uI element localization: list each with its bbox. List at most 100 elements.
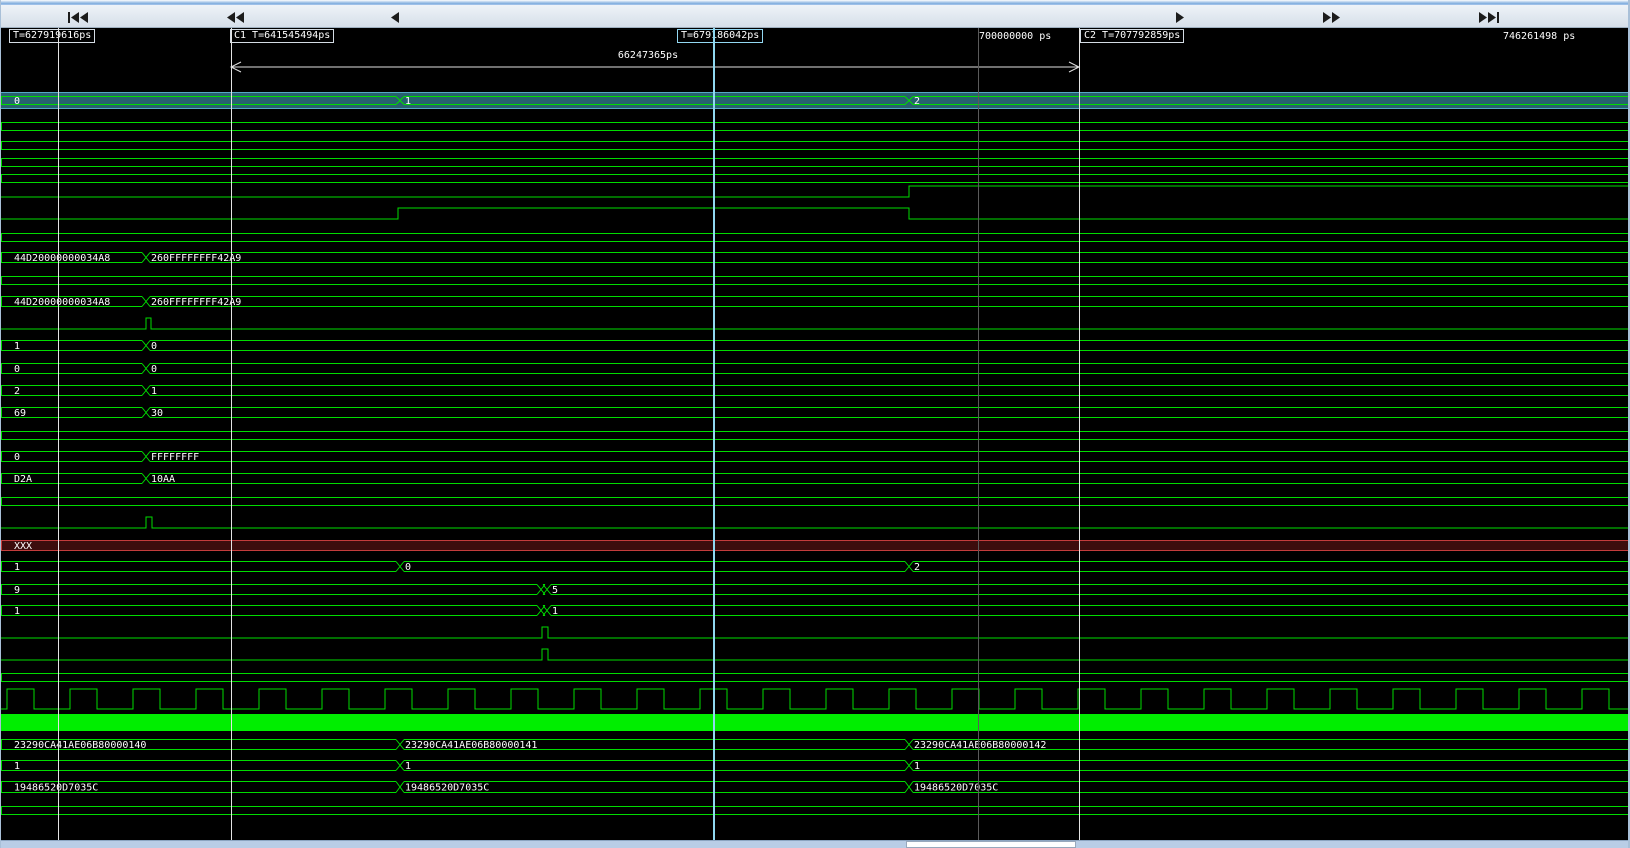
signal-value-label: 0 [14, 452, 20, 463]
signal-value-label: 23290CA41AE06B80000141 [405, 740, 537, 751]
step-back-button[interactable] [383, 9, 407, 25]
signal-value-label: 0 [14, 96, 20, 107]
wave-row[interactable] [1, 136, 1628, 147]
wave-row[interactable]: 44D20000000034A8 260FFFFFFFF42A9 [1, 293, 1628, 306]
signal-value-label: 0 [151, 364, 157, 375]
fast-forward-button[interactable] [1319, 9, 1343, 25]
fast-rewind-button[interactable] [223, 9, 247, 25]
signal-value-label: 44D20000000034A8 [14, 297, 110, 308]
wave-row[interactable] [1, 183, 1628, 196]
wave-row[interactable]: 00 [1, 360, 1628, 373]
wave-row[interactable] [1, 271, 1628, 282]
wave-row[interactable]: 1 1 1 [1, 757, 1628, 770]
wave-row-selected[interactable]: 0 1 2 [1, 92, 1628, 109]
step-back-icon [391, 12, 400, 23]
ruler-tick-label: 746261498 ps [1503, 31, 1575, 43]
signal-value-label: 1 [14, 341, 20, 352]
signal-value-label: 19486520D7035C [914, 783, 998, 794]
signal-value-label: 1 [14, 562, 20, 573]
go-to-end-button[interactable] [1477, 9, 1501, 25]
wave-row[interactable]: 95 [1, 581, 1628, 594]
wave-row[interactable]: 21 [1, 382, 1628, 395]
wave-row[interactable] [1, 169, 1628, 180]
signal-value-label: 1 [14, 606, 20, 617]
signal-value-label: 260FFFFFFFF42A9 [151, 253, 241, 264]
signal-value-label: 9 [14, 585, 20, 596]
wave-row-clock[interactable] [1, 688, 1628, 710]
signal-value-label: 2 [914, 96, 920, 107]
wave-row[interactable] [1, 228, 1628, 239]
signal-value-label: 30 [151, 408, 163, 419]
wave-row[interactable] [1, 514, 1628, 527]
wave-row[interactable] [1, 492, 1628, 503]
signal-value-label: 0 [151, 341, 157, 352]
cursor-line-primary[interactable] [713, 28, 715, 840]
signal-value-label: 69 [14, 408, 26, 419]
window-frame-bottom [1, 840, 1628, 848]
signal-value-label: 10AA [151, 474, 175, 485]
signal-value-label: 1 [151, 386, 157, 397]
wave-area[interactable]: 66247365ps 0 1 2 44D20000000034A8 260FFFFFFF… [1, 45, 1628, 840]
wave-row[interactable] [1, 646, 1628, 659]
step-forward-icon [1175, 12, 1184, 23]
skip-to-start-icon [68, 12, 88, 23]
wave-row[interactable]: 44D20000000034A8 260FFFFFFFF42A9 [1, 249, 1628, 262]
wave-row-undefined[interactable]: XXX [1, 537, 1628, 550]
span-measurement-label: 66247365ps [618, 50, 678, 61]
signal-value-label: 19486520D7035C [405, 783, 489, 794]
signal-value-label: 2 [914, 562, 920, 573]
wave-row-fast-clock[interactable] [1, 714, 1628, 731]
signal-value-label: 1 [405, 761, 411, 772]
wave-row[interactable]: 10 [1, 337, 1628, 350]
toolbar [1, 5, 1628, 28]
signal-value-label: 1 [14, 761, 20, 772]
fast-forward-icon [1323, 12, 1340, 23]
signal-value-label: 1 [914, 761, 920, 772]
signal-value-label: 23290CA41AE06B80000140 [14, 740, 146, 751]
step-forward-button[interactable] [1167, 9, 1191, 25]
signal-value-label: 260FFFFFFFF42A9 [151, 297, 241, 308]
wave-row[interactable] [1, 205, 1628, 218]
wave-row[interactable]: 1 0 2 [1, 558, 1628, 571]
marker-baseline[interactable]: T=627919616ps [9, 29, 95, 43]
marker-c1[interactable]: C1 T=641545494ps [230, 29, 334, 43]
wave-row[interactable] [1, 117, 1628, 128]
signal-value-label: 0 [14, 364, 20, 375]
waveform-viewer-window: T=627919616ps C1 T=641545494ps T=6791860… [0, 0, 1630, 848]
signal-value-label: XXX [14, 541, 32, 552]
cursor-line-c2[interactable] [1079, 28, 1080, 840]
fast-rewind-icon [227, 12, 244, 23]
signal-value-label: 23290CA41AE06B80000142 [914, 740, 1046, 751]
signal-value-label: 19486520D7035C [14, 783, 98, 794]
go-to-start-button[interactable] [66, 9, 90, 25]
wave-row[interactable]: 69 30 [1, 404, 1628, 417]
signal-value-label: 0 [405, 562, 411, 573]
wave-row[interactable] [1, 153, 1628, 164]
wave-row[interactable]: 23290CA41AE06B80000140 23290CA41AE06B8000… [1, 736, 1628, 749]
ruler-tick-label: 700000000 ps [979, 31, 1051, 43]
marker-c2[interactable]: C2 T=707792859ps [1080, 29, 1184, 43]
wave-row[interactable] [1, 801, 1628, 812]
wave-row[interactable] [1, 426, 1628, 437]
wave-row[interactable]: 11 [1, 602, 1628, 615]
skip-to-end-icon [1479, 12, 1499, 23]
marker-line-left[interactable] [58, 28, 59, 840]
bottom-panel-fragment [906, 841, 1076, 848]
signal-value-label: 1 [405, 96, 411, 107]
cursor-line-c1[interactable] [231, 28, 232, 840]
signal-value-label: 5 [552, 585, 558, 596]
wave-row[interactable]: 0FFFFFFFF [1, 448, 1628, 461]
signal-value-label: D2A [14, 474, 32, 485]
signal-value-label: 2 [14, 386, 20, 397]
wave-row[interactable]: 19486520D7035C 19486520D7035C 19486520D703… [1, 779, 1628, 793]
wave-row[interactable] [1, 624, 1628, 637]
wave-row[interactable]: D2A 10AA [1, 470, 1628, 483]
timeline-ruler[interactable]: T=627919616ps C1 T=641545494ps T=6791860… [1, 28, 1628, 45]
span-measurement-arrow [1, 45, 1630, 77]
wave-row[interactable] [1, 668, 1628, 679]
signal-value-label: 44D20000000034A8 [14, 253, 110, 264]
signal-value-label: 1 [552, 606, 558, 617]
marker-primary[interactable]: T=679186042ps [677, 29, 763, 43]
grid-line-700000000 [978, 28, 979, 840]
wave-row[interactable] [1, 315, 1628, 328]
